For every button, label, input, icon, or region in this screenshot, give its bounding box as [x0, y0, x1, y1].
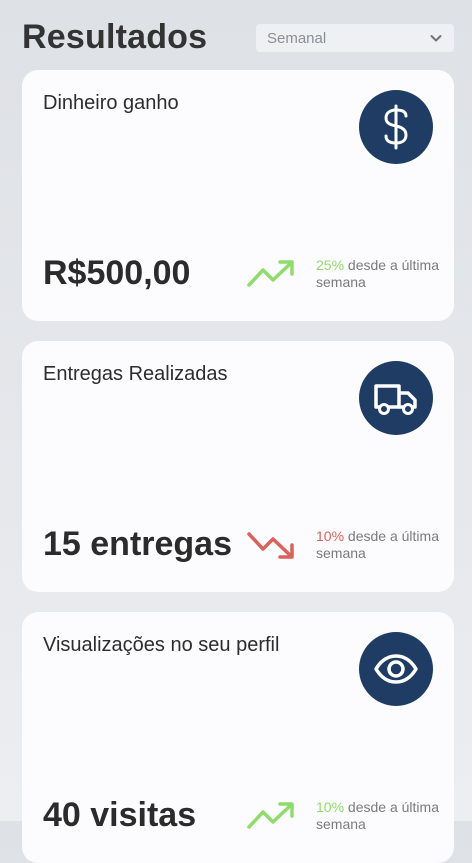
deliveries-value: 15 entregas: [43, 525, 232, 563]
truck-icon: [359, 361, 433, 435]
page-title: Resultados: [22, 18, 208, 56]
profile-views-card[interactable]: Visualizações no seu perfil 40 visitas 1…: [22, 612, 454, 863]
trend-up-icon: [247, 802, 294, 829]
profile-views-value: 40 visitas: [43, 796, 197, 834]
card-title: Entregas Realizadas: [43, 363, 228, 385]
trend-percent: 25%: [316, 257, 345, 273]
trend-down-icon: [247, 532, 294, 559]
earnings-card[interactable]: Dinheiro ganho R$500,00 25% desde a últi…: [22, 70, 454, 321]
deliveries-card[interactable]: Entregas Realizadas 15 entregas 10% desd…: [22, 341, 454, 592]
trend-text: 25% desde a última semana: [316, 257, 446, 291]
header: Resultados Semanal: [0, 0, 472, 70]
eye-icon: [359, 632, 433, 706]
trend-text: 10% desde a última semana: [316, 528, 446, 562]
card-title: Dinheiro ganho: [43, 92, 179, 114]
trend-up-icon: [247, 260, 294, 287]
trend-percent: 10%: [316, 799, 345, 815]
period-select-value: Semanal: [267, 29, 327, 47]
trend-text: 10% desde a última semana: [316, 799, 446, 833]
trend-percent: 10%: [316, 528, 345, 544]
period-select[interactable]: Semanal: [256, 24, 454, 52]
chevron-down-icon: [430, 35, 442, 42]
dollar-icon: [359, 90, 433, 164]
earnings-value: R$500,00: [43, 254, 191, 292]
card-title: Visualizações no seu perfil: [43, 634, 280, 656]
